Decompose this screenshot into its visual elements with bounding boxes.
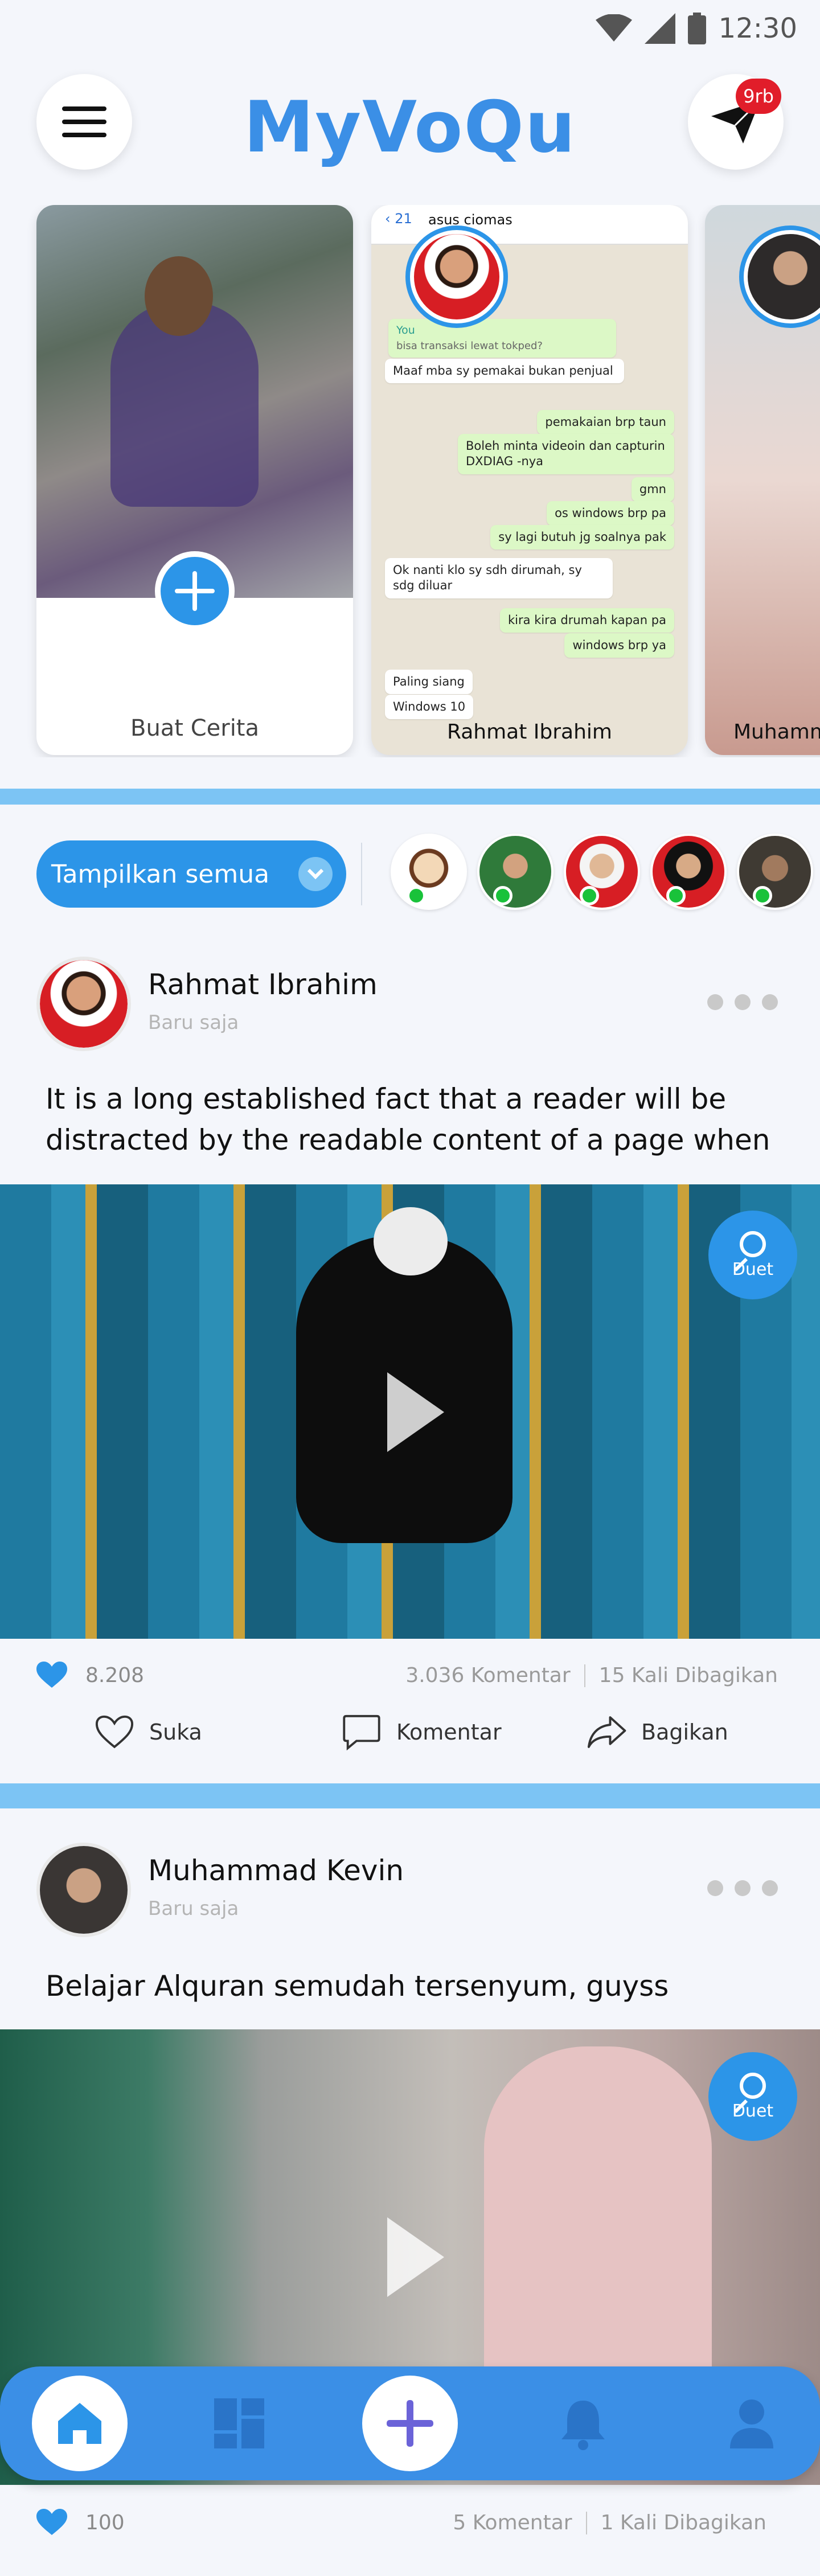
online-avatar[interactable]	[650, 834, 727, 910]
section-divider	[0, 789, 820, 805]
comment-button[interactable]: Komentar	[342, 1714, 502, 1750]
share-button[interactable]: Bagikan	[587, 1714, 728, 1750]
post-timestamp: Baru saja	[148, 1011, 239, 1034]
post-actions: Suka Komentar Bagikan	[0, 1714, 820, 1771]
profile-icon[interactable]	[724, 2396, 779, 2451]
chat-bubble: pemakaian brp taun	[537, 410, 674, 435]
chat-bubble: gmn	[631, 477, 674, 502]
more-options-icon[interactable]	[707, 994, 778, 1010]
status-bar: 12:30	[0, 0, 820, 57]
online-avatar[interactable]	[477, 834, 554, 910]
comments-count[interactable]: 5 Komentar	[453, 2511, 572, 2534]
shares-count[interactable]: 15 Kali Dibagikan	[599, 1664, 778, 1687]
online-status-dot	[580, 886, 599, 905]
heart-filled-icon	[36, 1662, 67, 1688]
post-author-name[interactable]: Muhammad Kevin	[148, 1854, 404, 1887]
online-avatar[interactable]	[391, 834, 467, 910]
heart-filled-icon	[36, 2509, 67, 2535]
post-text: It is a long established fact that a rea…	[46, 1082, 770, 1156]
more-options-icon[interactable]	[707, 1880, 778, 1896]
chat-contact: asus ciomas	[428, 212, 512, 228]
section-divider	[0, 1783, 820, 1808]
post-timestamp: Baru saja	[148, 1897, 239, 1920]
post-stats: 8.208 3.036 Komentar 15 Kali Dibagikan	[0, 1655, 820, 1700]
online-avatar[interactable]	[737, 834, 813, 910]
messages-button[interactable]: 9rb	[688, 74, 784, 170]
plus-icon	[175, 571, 215, 611]
chat-bubble: Maaf mba sy pemakai bukan penjual	[385, 359, 624, 384]
story-card[interactable]: Muhammad	[705, 205, 820, 755]
chevron-down-icon	[298, 857, 333, 891]
chat-bubble: Ok nanti klo sy sdh dirumah, sy sdg dilu…	[385, 558, 613, 598]
nav-home[interactable]	[32, 2376, 128, 2471]
create-story-card[interactable]: Buat Cerita	[36, 205, 353, 755]
chat-bubble: Windows 10	[385, 695, 474, 720]
post-author-name[interactable]: Rahmat Ibrahim	[148, 968, 378, 1001]
microphone-icon	[740, 2072, 766, 2099]
chat-bubble: kira kira drumah kapan pa	[500, 608, 674, 633]
stories-strip: Buat Cerita ‹ 21 asus ciomas You bisa tra…	[0, 205, 820, 757]
duet-button[interactable]: Duet	[708, 1211, 797, 1299]
online-status-dot	[493, 886, 512, 905]
separator	[361, 843, 362, 905]
online-avatar[interactable]	[564, 834, 640, 910]
signal-icon	[644, 13, 675, 44]
online-users-row: Tampilkan semua	[0, 831, 820, 917]
shares-count[interactable]: 1 Kali Dibagikan	[601, 2511, 766, 2534]
like-button[interactable]: Suka	[95, 1714, 202, 1750]
wifi-icon	[595, 14, 632, 42]
online-status-dot	[753, 886, 772, 905]
battery-icon	[687, 13, 706, 44]
show-all-label: Tampilkan semua	[51, 859, 270, 889]
bottom-navigation	[0, 2366, 820, 2480]
show-all-dropdown[interactable]: Tampilkan semua	[36, 840, 346, 908]
comments-count[interactable]: 3.036 Komentar	[405, 1664, 570, 1687]
story-avatar	[739, 225, 820, 328]
create-story-label: Buat Cerita	[130, 715, 259, 741]
chat-bubble: os windows brp pa	[547, 501, 674, 526]
likes-count: 100	[85, 2511, 125, 2534]
online-status-dot	[407, 886, 426, 905]
chat-bubble: windows brp ya	[564, 633, 674, 658]
nav-create[interactable]	[362, 2376, 458, 2471]
post-author-avatar[interactable]	[36, 957, 131, 1051]
microphone-icon	[740, 1230, 766, 1257]
online-status-dot	[666, 886, 686, 905]
chat-back: ‹ 21	[385, 211, 412, 227]
play-icon[interactable]	[387, 1372, 444, 1452]
story-avatar	[405, 225, 508, 328]
heart-outline-icon	[95, 1715, 134, 1749]
chat-bubble: You bisa transaksi lewat tokped?	[388, 319, 616, 358]
chat-topbar: ‹ 21 asus ciomas	[371, 205, 688, 245]
chat-bubble: Paling siang	[385, 670, 473, 695]
post-video[interactable]: Duet	[0, 1184, 820, 1639]
dashboard-icon[interactable]	[212, 2396, 266, 2451]
app-header: MyVoQu 9rb	[0, 74, 820, 174]
chat-bubble: Boleh minta videoin dan capturin DXDIAG …	[458, 434, 674, 474]
post-stats: 100 5 Komentar 1 Kali Dibagikan	[0, 2501, 820, 2546]
status-time: 12:30	[718, 13, 797, 44]
play-icon[interactable]	[387, 2217, 444, 2297]
comment-icon	[343, 1714, 380, 1750]
bell-icon[interactable]	[556, 2396, 610, 2451]
add-story-button[interactable]	[155, 551, 235, 631]
chat-bubble: sy lagi butuh jg soalnya pak	[490, 525, 674, 550]
post-text: Belajar Alquran semudah tersenyum, guyss	[46, 1970, 669, 2003]
post-author-avatar[interactable]	[36, 1843, 131, 1937]
home-icon	[58, 2403, 101, 2444]
notification-badge: 9rb	[736, 79, 781, 114]
post-header: Rahmat Ibrahim Baru saja	[0, 957, 820, 1059]
story-user-name: Muhammad	[733, 720, 820, 744]
duet-button[interactable]: Duet	[708, 2052, 797, 2141]
plus-icon	[387, 2400, 433, 2447]
post-header: Muhammad Kevin Baru saja	[0, 1843, 820, 1945]
story-card[interactable]: ‹ 21 asus ciomas You bisa transaksi lewat…	[371, 205, 688, 755]
share-icon	[587, 1716, 626, 1748]
story-photo	[36, 205, 353, 598]
story-user-name: Rahmat Ibrahim	[446, 720, 612, 744]
likes-count: 8.208	[85, 1664, 145, 1687]
